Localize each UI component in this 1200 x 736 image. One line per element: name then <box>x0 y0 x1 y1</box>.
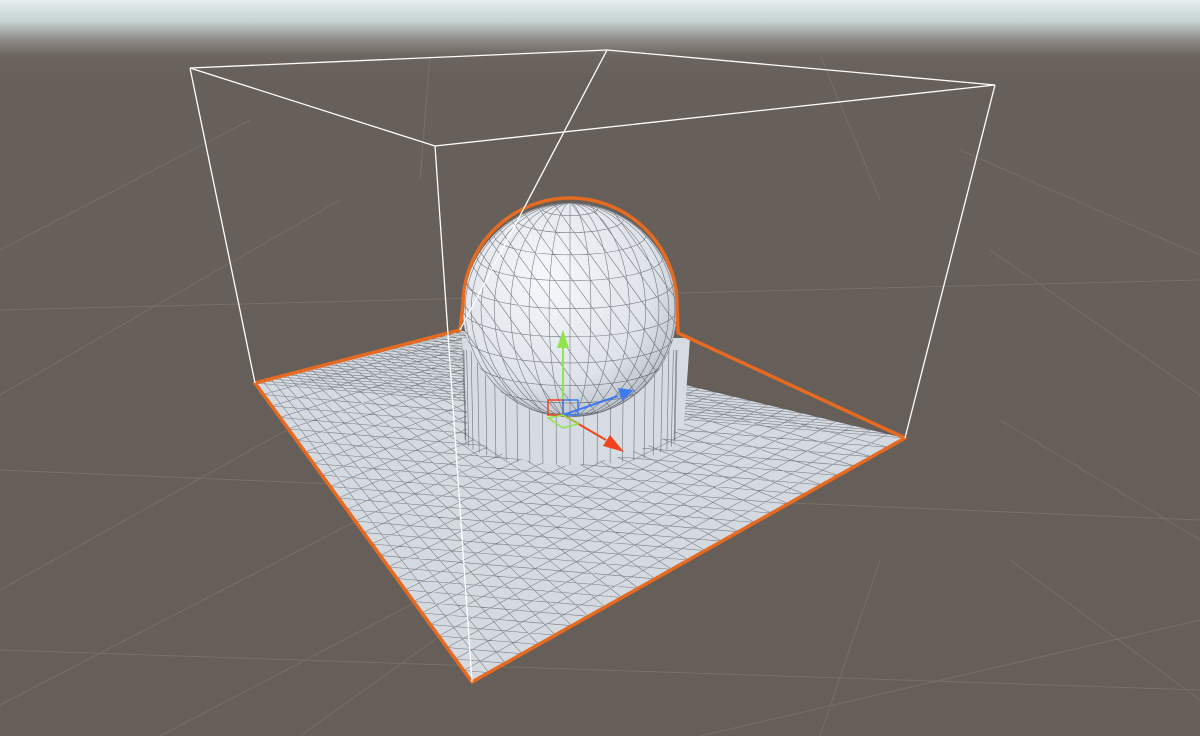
grid-line <box>819 559 881 736</box>
grid-line <box>159 599 421 736</box>
bounds-box-edge <box>904 84 996 439</box>
grid-line <box>0 199 341 396</box>
bounds-box-edge <box>434 84 996 147</box>
bounds-box-edge <box>606 49 996 86</box>
grid-line <box>0 119 251 251</box>
scene-canvas[interactable] <box>0 0 1200 736</box>
grid-line <box>1009 559 1200 701</box>
bounds-box-edge <box>189 67 256 384</box>
grid-line <box>959 149 1200 256</box>
scene-viewport[interactable] <box>0 0 1200 736</box>
grid-line <box>0 649 1200 691</box>
grid-line <box>999 419 1200 541</box>
grid-line <box>819 54 881 201</box>
grid-line <box>419 54 431 181</box>
bounds-box-edge <box>189 49 608 69</box>
grid-line <box>989 249 1200 396</box>
bounds-box-edge <box>189 67 436 147</box>
grid-line <box>699 619 1200 736</box>
